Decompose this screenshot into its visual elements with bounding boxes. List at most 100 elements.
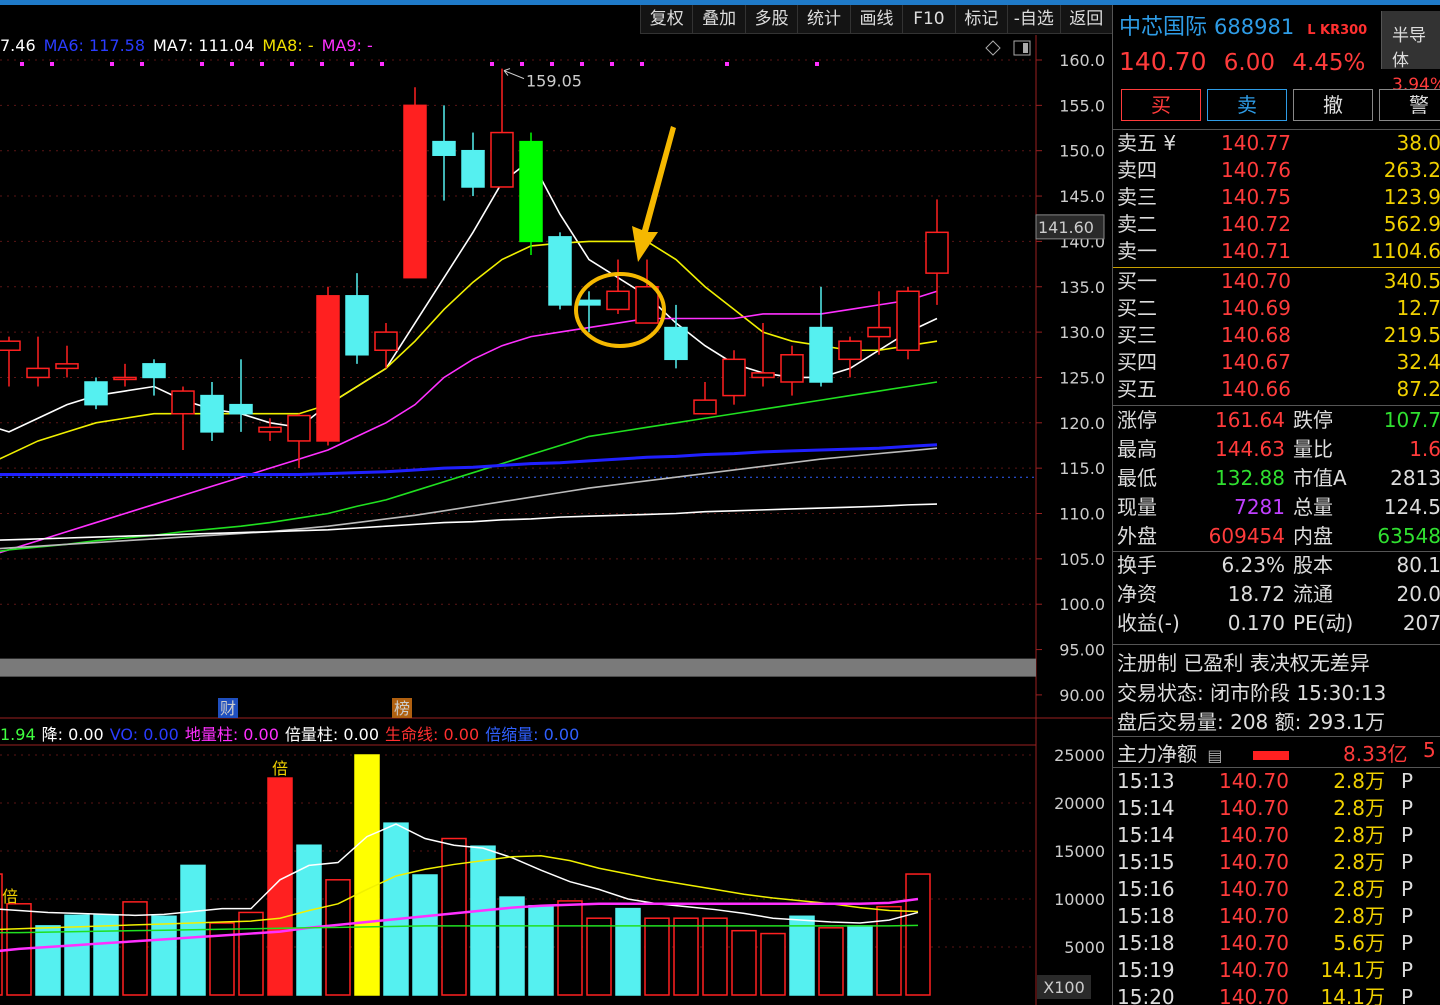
- order-book-row[interactable]: 买四 140.67 32.4: [1113, 349, 1440, 376]
- candle[interactable]: [809, 286, 833, 387]
- main-flow-row[interactable]: 主力净额 ▤ 8.33亿 5: [1117, 738, 1437, 767]
- volume-bar[interactable]: [702, 917, 728, 996]
- candle[interactable]: [229, 359, 253, 432]
- toolbar-item-3[interactable]: 统计: [797, 5, 849, 33]
- diamond-icon[interactable]: [985, 40, 1001, 56]
- volume-bar[interactable]: [818, 927, 844, 996]
- candle[interactable]: [403, 87, 427, 279]
- candle[interactable]: [171, 386, 195, 451]
- toolbar-item-2[interactable]: 多股: [744, 5, 797, 33]
- candle[interactable]: [316, 286, 340, 446]
- sector-box[interactable]: 半导体 3.94%: [1381, 11, 1440, 95]
- last-price: 140.70: [1119, 47, 1207, 76]
- volume-bar[interactable]: [528, 904, 554, 996]
- volume-bar[interactable]: [760, 932, 786, 996]
- volume-bar[interactable]: [789, 915, 815, 996]
- volume-bar[interactable]: [644, 917, 670, 996]
- order-book-row[interactable]: 卖二 140.72 562.9: [1113, 211, 1440, 238]
- candle[interactable]: [693, 381, 717, 415]
- volume-bar[interactable]: [325, 879, 351, 996]
- toolbar-item-8[interactable]: 返回: [1059, 5, 1112, 33]
- volume-bar[interactable]: [238, 911, 264, 996]
- volume-bar[interactable]: [731, 929, 757, 996]
- volume-bar[interactable]: [557, 900, 583, 996]
- volume-bar[interactable]: [586, 917, 612, 996]
- candle[interactable]: [519, 132, 543, 256]
- volume-bar[interactable]: [847, 925, 873, 996]
- trade-button-3[interactable]: 警: [1379, 89, 1440, 121]
- tick-volume: 2.8万: [1333, 904, 1385, 928]
- toolbar-item-4[interactable]: 画线: [849, 5, 902, 33]
- y-tick-label: 145.0: [1059, 187, 1105, 206]
- volume-bar[interactable]: [35, 925, 61, 996]
- trade-button-1[interactable]: 卖: [1207, 89, 1287, 121]
- candle[interactable]: [780, 345, 804, 396]
- order-volume: 340.5: [1383, 269, 1440, 293]
- tick-row[interactable]: 15:16 140.70 2.8万 P: [1113, 876, 1440, 903]
- tick-row[interactable]: 15:18 140.70 5.6万 P: [1113, 930, 1440, 957]
- volume-bar[interactable]: [673, 917, 699, 996]
- order-book-row[interactable]: 买二 140.69 12.7: [1113, 295, 1440, 322]
- toolbar-item-1[interactable]: 叠加: [692, 5, 744, 33]
- candle[interactable]: [635, 259, 659, 324]
- stat-label: 最高: [1117, 437, 1157, 461]
- candle[interactable]: [432, 105, 456, 201]
- chart-area[interactable]: 160.0155.0150.0145.0140.0135.0130.0125.0…: [0, 0, 1112, 1005]
- tick-flag: P: [1401, 931, 1414, 955]
- candle[interactable]: [26, 336, 50, 387]
- volume-bar[interactable]: [296, 844, 322, 996]
- candle-body: [693, 399, 717, 415]
- volume-bar[interactable]: [905, 873, 931, 996]
- tick-row[interactable]: 15:15 140.70 2.8万 P: [1113, 849, 1440, 876]
- trade-button-0[interactable]: 买: [1121, 89, 1201, 121]
- tick-row[interactable]: 15:14 140.70 2.8万 P: [1113, 795, 1440, 822]
- tick-row[interactable]: 15:19 140.70 14.1万 P: [1113, 957, 1440, 984]
- candle[interactable]: [461, 132, 485, 197]
- indicator-legend-item: VO: 0.00: [109, 725, 179, 744]
- volume-bar[interactable]: [412, 874, 438, 996]
- candle[interactable]: [548, 232, 572, 310]
- volume-bar[interactable]: [470, 845, 496, 996]
- order-book-row[interactable]: 卖三 140.75 123.9: [1113, 184, 1440, 211]
- order-book-row[interactable]: 卖五 ¥ 140.77 38.0: [1113, 130, 1440, 157]
- volume-bar[interactable]: [93, 914, 119, 996]
- candle[interactable]: [0, 336, 21, 387]
- order-book-row[interactable]: 买一 140.70 340.5: [1113, 268, 1440, 295]
- toolbar-item-6[interactable]: 标记: [954, 5, 1007, 33]
- volume-bar[interactable]: [615, 907, 641, 996]
- tick-row[interactable]: 15:13 140.70 2.8万 P: [1113, 768, 1440, 795]
- volume-bar[interactable]: [354, 754, 380, 996]
- candle[interactable]: [896, 286, 920, 360]
- candle[interactable]: [490, 68, 514, 188]
- order-book-row[interactable]: 买五 140.66 87.2: [1113, 376, 1440, 403]
- candle[interactable]: [113, 363, 137, 387]
- tick-row[interactable]: 15:14 140.70 2.8万 P: [1113, 822, 1440, 849]
- candle[interactable]: [55, 345, 79, 378]
- volume-bar[interactable]: [267, 777, 293, 996]
- order-book-row[interactable]: 卖四 140.76 263.2: [1113, 157, 1440, 184]
- candle[interactable]: [925, 199, 949, 305]
- volume-bar[interactable]: [383, 822, 409, 996]
- volume-bar[interactable]: [151, 915, 177, 996]
- candle[interactable]: [200, 381, 224, 441]
- trade-button-2[interactable]: 撤: [1293, 89, 1373, 121]
- toolbar-item-5[interactable]: F10: [902, 5, 954, 33]
- volume-bar[interactable]: [441, 837, 467, 996]
- order-price: 140.75: [1221, 185, 1291, 209]
- candle[interactable]: [84, 377, 108, 410]
- candle[interactable]: [258, 418, 282, 441]
- tick-volume: 2.8万: [1333, 769, 1385, 793]
- stat-value: 20.0: [1396, 582, 1440, 606]
- toolbar-item-0[interactable]: 复权: [640, 5, 692, 33]
- toolbar-item-7[interactable]: -自选: [1007, 5, 1059, 33]
- tick-row[interactable]: 15:18 140.70 2.8万 P: [1113, 903, 1440, 930]
- order-book-row[interactable]: 买三 140.68 219.5: [1113, 322, 1440, 349]
- candle[interactable]: [287, 413, 311, 469]
- order-book-row[interactable]: 卖一 140.71 1104.6: [1113, 238, 1440, 265]
- stock-header[interactable]: 中芯国际 688981 L KR300: [1119, 9, 1367, 41]
- tick-list[interactable]: 15:13 140.70 2.8万 P 15:14 140.70 2.8万 P 15:14 140…: [1113, 768, 1440, 1005]
- volume-bar[interactable]: [499, 896, 525, 996]
- candle[interactable]: [664, 304, 688, 369]
- candle-body: [490, 131, 514, 188]
- tick-row[interactable]: 15:20 140.70 14.1万 P: [1113, 984, 1440, 1005]
